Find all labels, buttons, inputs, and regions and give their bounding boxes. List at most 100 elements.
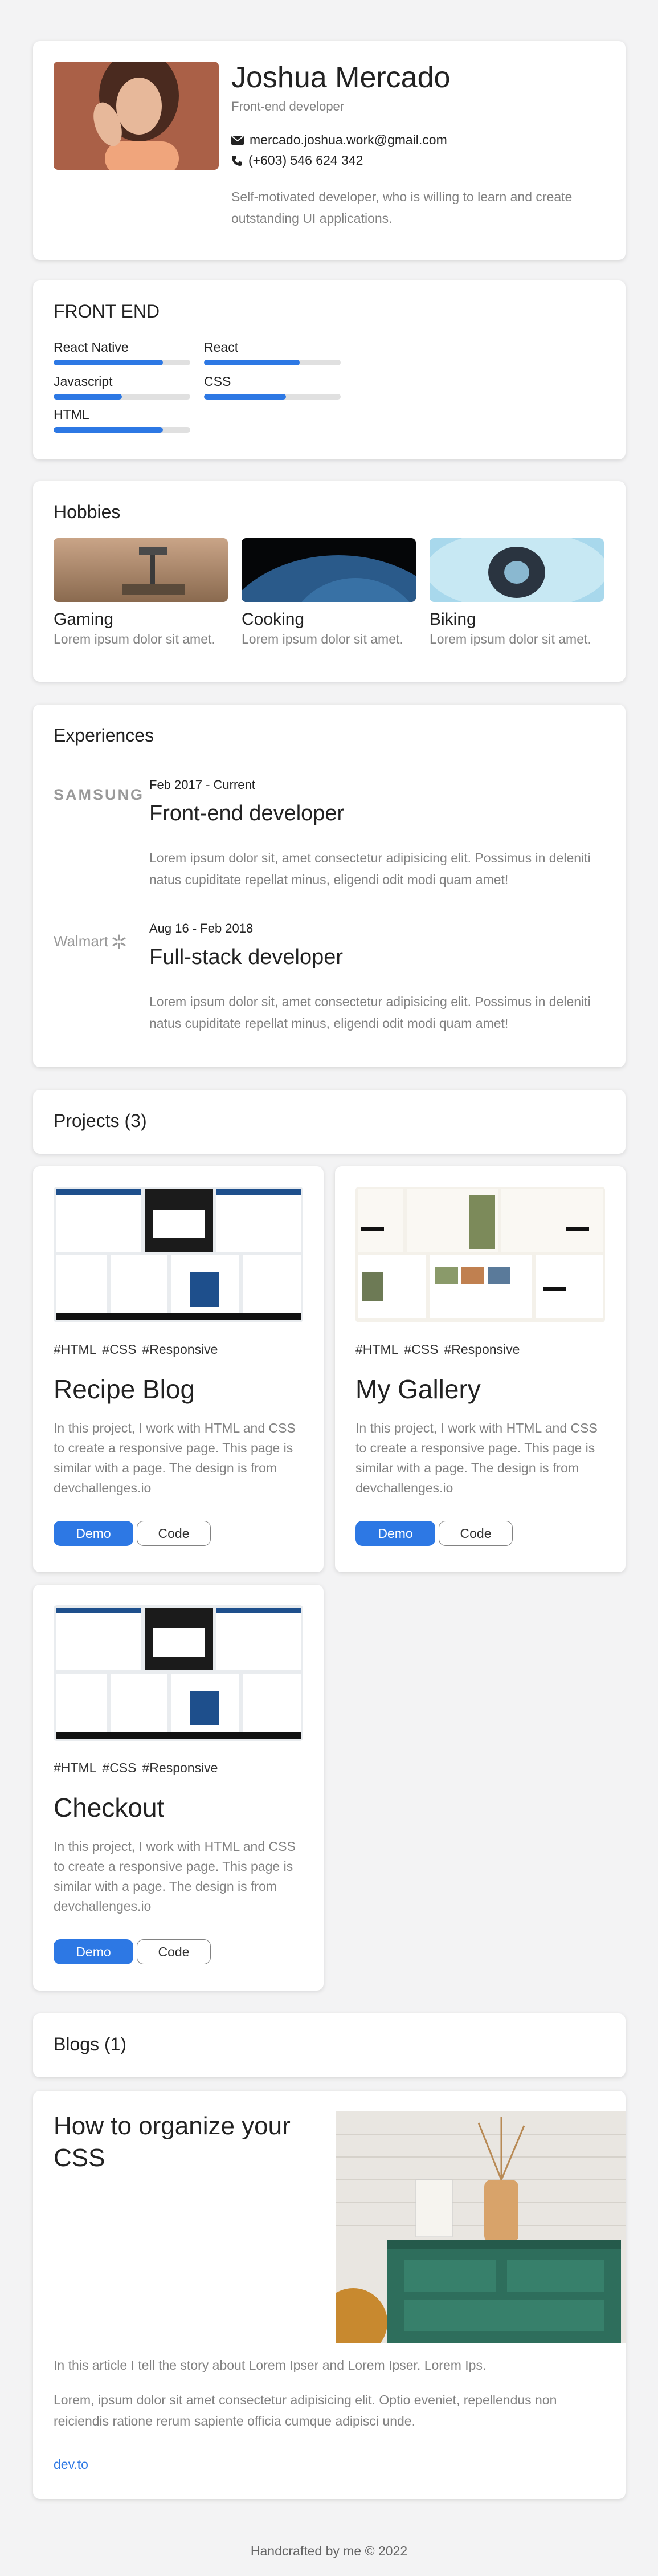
hobby-name: Gaming (54, 610, 114, 629)
experience-title: Full-stack developer (149, 945, 344, 969)
project-card: #HTML #CSS #Responsive Checkout In this … (33, 1585, 324, 1991)
blog-body: Lorem, ipsum dolor sit amet consectetur … (54, 2392, 557, 2428)
samsung-logo: SAMSUNG (54, 786, 145, 803)
project-screenshot (355, 1187, 605, 1322)
project-screenshot (54, 1187, 303, 1322)
hobby-desc: Lorem ipsum dolor sit amet. (430, 632, 591, 646)
hobbies-title: Hobbies (54, 502, 121, 522)
projects-header: Projects (3) (33, 1090, 626, 1154)
walmart-logo: Walmart (54, 933, 126, 950)
skill-label: CSS (204, 374, 231, 389)
skill-label: React (204, 340, 239, 355)
hobby-item: Biking Lorem ipsum dolor sit amet. (430, 538, 604, 647)
project-tags: #HTML #CSS #Responsive (54, 1342, 218, 1357)
mail-icon (231, 135, 244, 145)
tag: #CSS (404, 1342, 439, 1357)
hobby-desc: Lorem ipsum dolor sit amet. (54, 632, 215, 646)
code-button[interactable]: Code (439, 1521, 513, 1546)
tag: #HTML (355, 1342, 399, 1357)
skill-label: HTML (54, 407, 89, 422)
project-desc: In this project, I work with HTML and CS… (54, 1421, 296, 1495)
blog-intro: In this article I tell the story about L… (54, 2358, 487, 2372)
skill-label: React Native (54, 340, 129, 355)
avatar (54, 62, 219, 170)
hobby-image-biking (430, 538, 604, 602)
project-screenshot (54, 1605, 303, 1741)
experience-title: Front-end developer (149, 801, 345, 825)
hobby-image-gaming (54, 538, 228, 602)
demo-button[interactable]: Demo (54, 1939, 133, 1964)
skill-fill (54, 394, 122, 400)
code-button[interactable]: Code (137, 1521, 211, 1546)
skill-fill (204, 394, 286, 400)
skills-card: FRONT END React Native React Javascript … (33, 280, 626, 459)
blogs-header: Blogs (1) (33, 2013, 626, 2077)
skill-item: Javascript (54, 374, 190, 400)
project-tags: #HTML #CSS #Responsive (355, 1342, 520, 1357)
profile-bio: Self-motivated developer, who is willing… (231, 189, 573, 226)
skill-fill (204, 360, 300, 365)
tag: #CSS (102, 1760, 137, 1775)
projects-title: Projects (3) (54, 1110, 147, 1131)
hobby-item: Cooking Lorem ipsum dolor sit amet. (242, 538, 416, 647)
blog-image (336, 2111, 626, 2343)
hobby-desc: Lorem ipsum dolor sit amet. (242, 632, 403, 646)
experience-desc: Lorem ipsum dolor sit, amet consectetur … (149, 994, 591, 1031)
hobby-name: Cooking (242, 610, 305, 629)
project-title: Checkout (54, 1793, 165, 1822)
blog-title[interactable]: How to organize your CSS (54, 2110, 327, 2174)
tag: #Responsive (142, 1760, 218, 1775)
skill-bar (204, 360, 341, 365)
project-desc: In this project, I work with HTML and CS… (54, 1839, 296, 1914)
blogs-title: Blogs (1) (54, 2034, 127, 2054)
skill-bar (204, 394, 341, 400)
skill-fill (54, 427, 163, 433)
project-desc: In this project, I work with HTML and CS… (355, 1421, 598, 1495)
hobby-name: Biking (430, 610, 476, 629)
walmart-logo-text: Walmart (54, 933, 108, 950)
hobbies-card: Hobbies Gaming Lorem ipsum dolor sit ame… (33, 481, 626, 682)
project-card: #HTML #CSS #Responsive My Gallery In thi… (335, 1166, 626, 1572)
experience-desc: Lorem ipsum dolor sit, amet consectetur … (149, 850, 591, 887)
demo-button[interactable]: Demo (355, 1521, 435, 1546)
experiences-title: Experiences (54, 725, 154, 746)
skill-item: React (204, 340, 341, 365)
tag: #HTML (54, 1342, 97, 1357)
project-title: Recipe Blog (54, 1374, 195, 1404)
skill-bar (54, 360, 190, 365)
experiences-card: Experiences SAMSUNG Feb 2017 - Current F… (33, 705, 626, 1067)
profile-card: Joshua Mercado Front-end developer merca… (33, 41, 626, 260)
skill-label: Javascript (54, 374, 113, 389)
skill-item: CSS (204, 374, 341, 400)
phone-text: (+603) 546 624 342 (248, 153, 363, 168)
phone-icon (231, 155, 243, 166)
tag: #Responsive (142, 1342, 218, 1357)
phone-row[interactable]: (+603) 546 624 342 (231, 153, 363, 168)
skill-item: HTML (54, 407, 190, 433)
tag: #HTML (54, 1760, 97, 1775)
skill-bar (54, 427, 190, 433)
project-title: My Gallery (355, 1374, 481, 1404)
project-card: #HTML #CSS #Responsive Recipe Blog In th… (33, 1166, 324, 1572)
skill-fill (54, 360, 163, 365)
hobby-image-cooking (242, 538, 416, 602)
blog-source-link[interactable]: dev.to (54, 2457, 88, 2472)
email-row[interactable]: mercado.joshua.work@gmail.com (231, 132, 447, 148)
code-button[interactable]: Code (137, 1939, 211, 1964)
profile-role: Front-end developer (231, 99, 345, 113)
tag: #CSS (102, 1342, 137, 1357)
profile-name: Joshua Mercado (231, 61, 451, 94)
experience-date: Aug 16 - Feb 2018 (149, 921, 254, 935)
skills-title: FRONT END (54, 301, 160, 322)
spark-icon (112, 934, 126, 949)
email-text: mercado.joshua.work@gmail.com (250, 132, 447, 147)
project-tags: #HTML #CSS #Responsive (54, 1760, 218, 1776)
hobby-item: Gaming Lorem ipsum dolor sit amet. (54, 538, 228, 647)
blog-card: How to organize your CSS In this article… (33, 2091, 626, 2499)
page: Joshua Mercado Front-end developer merca… (0, 0, 658, 2576)
tag: #Responsive (444, 1342, 520, 1357)
skill-bar (54, 394, 190, 400)
demo-button[interactable]: Demo (54, 1521, 133, 1546)
footer: Handcrafted by me © 2022 (250, 2544, 408, 2558)
skill-item: React Native (54, 340, 190, 365)
